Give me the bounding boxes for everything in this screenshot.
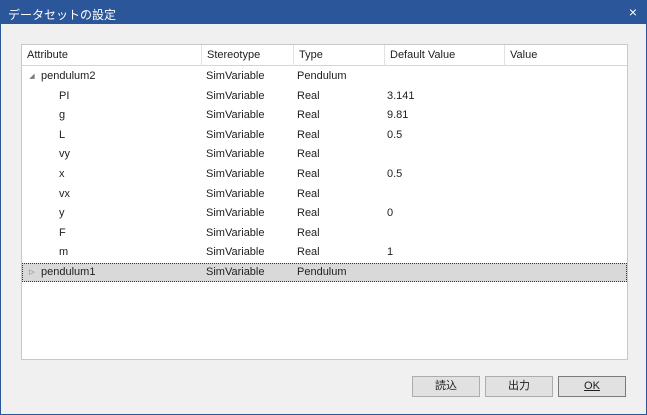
column-header-attribute[interactable]: Attribute	[22, 45, 202, 66]
stereotype-cell: SimVariable	[206, 266, 265, 278]
type-cell: Real	[297, 188, 320, 200]
type-cell: Real	[297, 109, 320, 121]
column-header-stereotype[interactable]: Stereotype	[202, 45, 294, 66]
collapse-arrow-icon[interactable]: ◢	[27, 67, 37, 86]
attribute-cell: y	[59, 207, 65, 219]
table-row[interactable]: m SimVariable Real 1	[22, 243, 627, 262]
type-cell: Pendulum	[297, 266, 347, 278]
attribute-grid: Attribute Stereotype Type Default Value …	[21, 44, 628, 360]
grid-header: Attribute Stereotype Type Default Value …	[22, 45, 627, 66]
table-row[interactable]: ▷ pendulum1 SimVariable Pendulum	[22, 263, 627, 282]
title-bar: データセットの設定 ×	[1, 1, 646, 24]
load-button[interactable]: 読込	[412, 376, 480, 397]
default-cell: 0.5	[387, 129, 403, 141]
attribute-cell: vx	[59, 188, 70, 200]
type-cell: Real	[297, 168, 320, 180]
window-title: データセットの設定	[8, 8, 117, 22]
attribute-cell: g	[59, 109, 66, 121]
type-cell: Real	[297, 129, 320, 141]
type-cell: Real	[297, 207, 320, 219]
column-header-value[interactable]: Value	[505, 45, 627, 66]
stereotype-cell: SimVariable	[206, 207, 265, 219]
table-row[interactable]: F SimVariable Real	[22, 224, 627, 243]
ok-button[interactable]: OK	[558, 376, 626, 397]
stereotype-cell: SimVariable	[206, 168, 265, 180]
type-cell: Real	[297, 90, 320, 102]
table-row[interactable]: g SimVariable Real 9.81	[22, 106, 627, 125]
table-row[interactable]: vy SimVariable Real	[22, 145, 627, 164]
stereotype-cell: SimVariable	[206, 246, 265, 258]
default-cell: 0	[387, 207, 394, 219]
attribute-cell: vy	[59, 148, 70, 160]
stereotype-cell: SimVariable	[206, 129, 265, 141]
stereotype-cell: SimVariable	[206, 70, 265, 82]
attribute-cell: m	[59, 246, 69, 258]
close-icon[interactable]: ×	[623, 3, 643, 21]
table-row[interactable]: ◢ pendulum2 SimVariable Pendulum	[22, 67, 627, 86]
stereotype-cell: SimVariable	[206, 227, 265, 239]
attribute-cell: L	[59, 129, 66, 141]
type-cell: Real	[297, 227, 320, 239]
attribute-cell: F	[59, 227, 66, 239]
stereotype-cell: SimVariable	[206, 109, 265, 121]
stereotype-cell: SimVariable	[206, 148, 265, 160]
column-header-type[interactable]: Type	[294, 45, 385, 66]
attribute-cell: pendulum1	[41, 266, 96, 278]
dataset-settings-dialog: データセットの設定 × Attribute Stereotype Type De…	[0, 0, 647, 415]
type-cell: Real	[297, 246, 320, 258]
table-row[interactable]: PI SimVariable Real 3.141	[22, 87, 627, 106]
default-cell: 1	[387, 246, 394, 258]
default-cell: 9.81	[387, 109, 409, 121]
stereotype-cell: SimVariable	[206, 90, 265, 102]
expand-arrow-icon[interactable]: ▷	[27, 263, 37, 282]
output-button[interactable]: 出力	[485, 376, 553, 397]
column-header-default-value[interactable]: Default Value	[385, 45, 505, 66]
table-row[interactable]: y SimVariable Real 0	[22, 204, 627, 223]
default-cell: 0.5	[387, 168, 403, 180]
attribute-cell: PI	[59, 90, 70, 102]
default-cell: 3.141	[387, 90, 415, 102]
attribute-cell: x	[59, 168, 65, 180]
table-row[interactable]: vx SimVariable Real	[22, 185, 627, 204]
table-row[interactable]: x SimVariable Real 0.5	[22, 165, 627, 184]
stereotype-cell: SimVariable	[206, 188, 265, 200]
type-cell: Pendulum	[297, 70, 347, 82]
table-row[interactable]: L SimVariable Real 0.5	[22, 126, 627, 145]
attribute-cell: pendulum2	[41, 70, 96, 82]
ok-button-label: OK	[584, 380, 600, 392]
type-cell: Real	[297, 148, 320, 160]
